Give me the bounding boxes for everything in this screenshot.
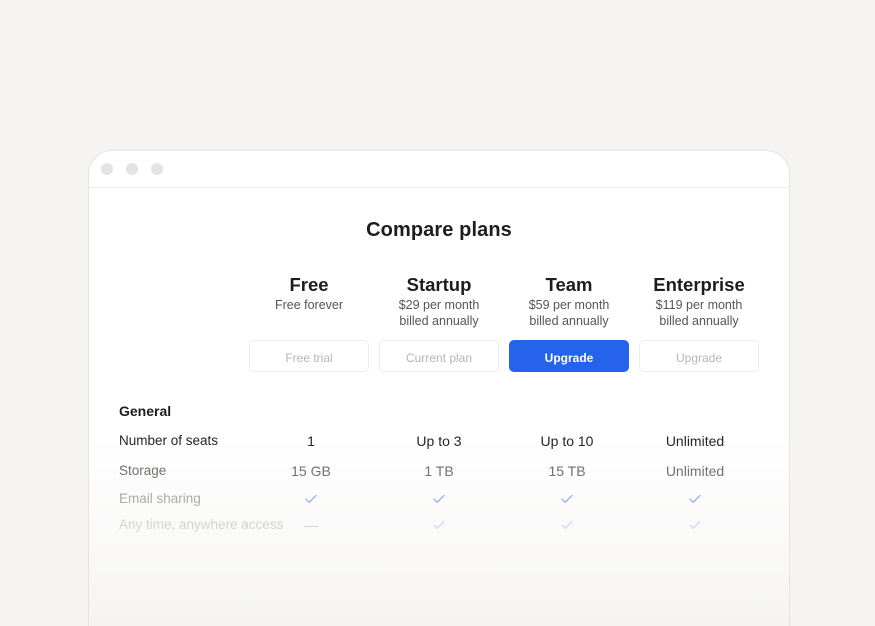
team-upgrade-button[interactable]: Upgrade — [509, 340, 629, 372]
row-value: Unlimited — [665, 433, 725, 449]
plan-startup: Startup $29 per month billed annually — [379, 273, 499, 329]
plan-price: Free forever — [274, 298, 344, 312]
enterprise-upgrade-button[interactable]: Upgrade — [639, 340, 759, 372]
check-icon — [689, 520, 701, 529]
check-icon — [433, 520, 445, 529]
check-cell — [379, 491, 499, 507]
table-row: Number of seats 1 Up to 3 Up to 10 Unlim… — [89, 433, 789, 453]
plan-price: $119 per month — [655, 298, 743, 312]
row-value: 1 — [307, 433, 315, 449]
check-cell — [379, 517, 499, 533]
row-label: Email sharing — [119, 491, 201, 506]
plan-billing: billed annually — [399, 314, 479, 328]
dash-value: — — [304, 517, 318, 533]
page-title: Compare plans — [366, 219, 512, 241]
table-row: Any time, anywhere access — — [89, 517, 789, 537]
check-icon — [561, 520, 573, 529]
window-control-dot[interactable] — [101, 163, 113, 175]
current-plan-button[interactable]: Current plan — [379, 340, 499, 372]
check-cell — [507, 517, 627, 533]
plan-free: Free Free forever — [249, 273, 369, 313]
check-icon — [561, 494, 573, 503]
browser-window: Compare plans Free Free forever Startup … — [88, 150, 790, 626]
plan-name: Team — [545, 274, 593, 295]
plan-price: $29 per month — [398, 298, 480, 312]
free-trial-button[interactable]: Free trial — [249, 340, 369, 372]
plan-billing: billed annually — [659, 314, 739, 328]
check-icon — [305, 494, 317, 503]
check-cell — [507, 491, 627, 507]
row-value: Unlimited — [665, 463, 725, 479]
section-title-general: General — [119, 403, 172, 419]
plan-team: Team $59 per month billed annually — [509, 273, 629, 329]
row-value: Up to 10 — [540, 433, 594, 449]
check-cell — [635, 491, 755, 507]
window-titlebar — [89, 151, 789, 188]
window-control-dot[interactable] — [126, 163, 138, 175]
row-value: 1 TB — [424, 463, 454, 479]
plan-name: Free — [289, 274, 329, 295]
plan-enterprise: Enterprise $119 per month billed annuall… — [639, 273, 759, 329]
check-icon — [689, 494, 701, 503]
check-cell — [251, 491, 371, 507]
plan-name: Startup — [406, 274, 472, 295]
check-cell — [635, 517, 755, 533]
plan-name: Enterprise — [653, 274, 745, 295]
check-icon — [433, 494, 445, 503]
window-control-dot[interactable] — [151, 163, 163, 175]
plan-billing: billed annually — [529, 314, 609, 328]
table-row: Storage 15 GB 1 TB 15 TB Unlimited — [89, 463, 789, 483]
row-label: Storage — [119, 463, 167, 478]
row-value: 15 GB — [291, 463, 331, 479]
table-row: Email sharing — [89, 491, 789, 511]
row-value: Up to 3 — [416, 433, 462, 449]
row-value: 15 TB — [548, 463, 586, 479]
row-label: Number of seats — [119, 433, 219, 448]
plan-price: $59 per month — [528, 298, 610, 312]
